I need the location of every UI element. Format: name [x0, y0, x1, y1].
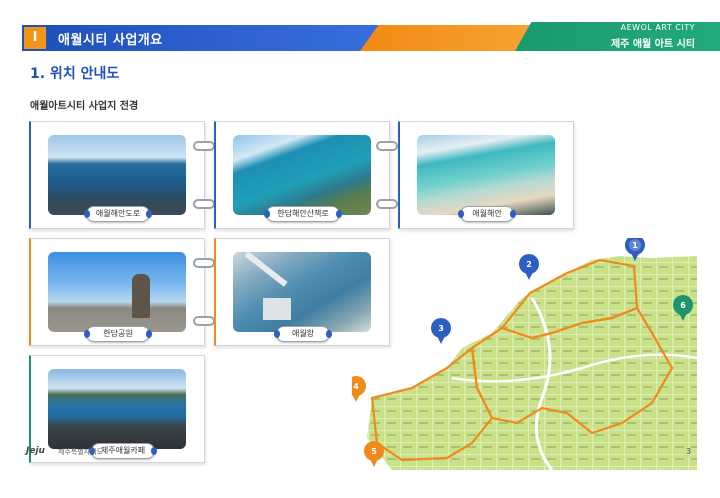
map-pin-2[interactable]: 2	[519, 254, 539, 280]
jeju-logo: Jeju	[26, 446, 45, 456]
photo-card-handam-park: 한담공원	[29, 238, 205, 346]
photo-label: 애월해안	[458, 206, 516, 222]
photo-aewol-coastal-road	[48, 135, 186, 215]
svg-text:3: 3	[438, 324, 444, 333]
photo-label: 한담해안산책로	[264, 206, 342, 222]
binder-ring	[193, 141, 215, 151]
binder-ring	[376, 199, 398, 209]
photo-label: 한담공원	[84, 326, 152, 342]
svg-text:6: 6	[680, 301, 686, 310]
photo-label: 애월해안도로	[84, 206, 152, 222]
svg-text:2: 2	[526, 260, 532, 269]
svg-text:5: 5	[371, 447, 377, 456]
photo-aewol-cafe	[48, 369, 186, 449]
map-land	[367, 256, 697, 470]
brand-english: AEWOL ART CITY	[620, 23, 695, 32]
map-pin-5[interactable]: 5	[364, 441, 384, 467]
header-title: 애월시티 사업개요	[58, 33, 163, 48]
svg-text:1: 1	[632, 241, 638, 250]
page-number: 3	[686, 447, 692, 456]
photo-label: 애월항	[274, 326, 332, 342]
photo-handam-trail	[233, 135, 371, 215]
binder-ring	[193, 316, 215, 326]
photo-aewol-coast	[417, 135, 555, 215]
brand-korean: 제주 애월 아트 시티	[610, 39, 695, 50]
svg-text:4: 4	[353, 382, 359, 391]
binder-ring	[193, 258, 215, 268]
section-title: 1. 위치 안내도	[30, 66, 120, 82]
section-number-badge: I	[24, 27, 46, 49]
photo-card-aewol-cafe: 제주애월카페	[29, 355, 205, 463]
photo-handam-park	[48, 252, 186, 332]
footer-text: 제주특별자치도	[58, 448, 104, 456]
photo-card-aewol-coastal-road: 애월해안도로	[29, 121, 205, 229]
subtitle: 애월아트시티 사업지 전경	[30, 101, 139, 112]
photo-card-handam-trail: 한담해안산책로	[214, 121, 390, 229]
map-pin-3[interactable]: 3	[431, 318, 451, 344]
photo-aewol-port	[233, 252, 371, 332]
binder-ring	[193, 199, 215, 209]
binder-ring	[376, 141, 398, 151]
photo-card-aewol-coast: 애월해안	[398, 121, 574, 229]
location-map: 1 2 3 4 5 6	[352, 238, 697, 470]
map-pin-4[interactable]: 4	[352, 376, 366, 402]
